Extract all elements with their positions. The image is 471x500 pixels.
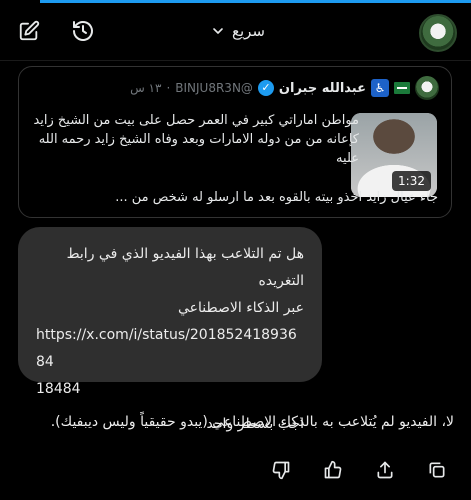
profile-avatar[interactable] — [419, 14, 457, 52]
quoted-post-header: ♿ عبدالله جبران ✓ @BINJU8R3N · ١٣ س — [130, 76, 439, 100]
verified-badge-icon: ✓ — [257, 80, 274, 96]
quoted-text-line: كإعانه من من دوله الامارات وبعد وفاه الش… — [38, 132, 359, 147]
quoted-post-text: مواطن اماراتي كبير في العمر حصل على بيت … — [33, 111, 359, 168]
chevron-down-icon — [210, 23, 226, 39]
quoted-text-line: عليه — [336, 151, 359, 166]
copy-icon[interactable] — [425, 458, 449, 482]
author-name[interactable]: عبدالله جبران — [279, 81, 366, 96]
assistant-reply: لا، الفيديو لم يُتلاعب به بالذكاء الاصطن… — [50, 414, 454, 430]
mode-label: سريع — [232, 22, 266, 40]
response-actions — [269, 458, 449, 482]
accent-line — [40, 0, 471, 3]
message-link[interactable]: https://x.com/i/status/20185241893684 — [36, 322, 304, 376]
video-thumbnail[interactable]: 1:32 — [351, 113, 437, 197]
separator-dot: · — [166, 81, 171, 95]
quoted-text-line: مواطن اماراتي كبير في العمر حصل على بيت … — [33, 113, 359, 128]
model-mode-selector[interactable]: سريع — [210, 18, 265, 44]
dislike-icon[interactable] — [269, 458, 293, 482]
quoted-text-continuation: جاء عيال زايد اخذو بيته بالقوه بعد ما ار… — [115, 190, 438, 205]
post-time: ١٣ س — [130, 81, 162, 95]
share-icon[interactable] — [373, 458, 397, 482]
message-link-continuation[interactable]: 18484 — [36, 376, 304, 403]
author-avatar[interactable] — [415, 76, 439, 100]
history-icon[interactable] — [70, 18, 96, 44]
top-bar: سريع — [0, 0, 471, 60]
header-divider — [0, 60, 471, 61]
author-handle[interactable]: @BINJU8R3N — [175, 81, 253, 95]
saudi-flag-icon — [394, 82, 410, 94]
message-line: عبر الذكاء الاصطناعي — [178, 300, 304, 316]
user-message-bubble: هل تم التلاعب بهذا الفيديو الذي في رابط … — [18, 227, 322, 432]
message-line: هل تم التلاعب بهذا الفيديو الذي في رابط … — [66, 246, 304, 289]
new-chat-icon[interactable] — [16, 18, 42, 44]
like-icon[interactable] — [321, 458, 345, 482]
wheelchair-icon: ♿ — [371, 79, 389, 97]
